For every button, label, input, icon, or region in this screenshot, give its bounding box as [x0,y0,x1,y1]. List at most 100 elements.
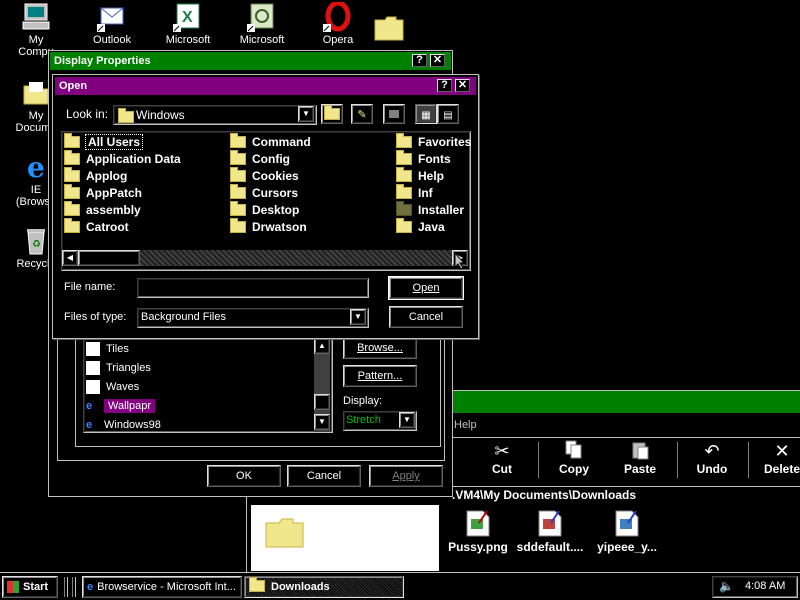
file-list-item[interactable]: assembly [64,200,141,218]
paste-label: Paste [623,462,657,476]
explorer-file-item[interactable]: sddefault.... [513,509,587,554]
create-new-folder-button[interactable]: ✎ [351,104,373,124]
wallpaper-list-item-selected[interactable]: e Wallpapr [86,397,155,415]
wallpaper-list[interactable]: Tiles Triangles Waves e Wallpapr e Windows… [83,337,333,433]
cancel-button[interactable]: Cancel [389,306,463,328]
file-name-label: File name: [64,281,116,293]
scroll-down-button[interactable]: ▼ [314,414,330,430]
display-properties-titlebar[interactable]: Display Properties ? ✕ [50,52,451,70]
scroll-thumb[interactable] [314,394,330,410]
explorer-help-menu[interactable]: Help [454,419,477,431]
copy-button[interactable]: Copy [544,440,604,476]
taskbar: Start e Browservice - Microsoft Int... Do… [0,572,800,600]
excel-icon: X [173,2,203,32]
cut-button[interactable]: ✂ Cut [472,440,532,476]
scroll-up-button[interactable]: ▲ [314,338,330,354]
wallpaper-list-item[interactable]: e Windows98 [86,416,161,434]
ok-button[interactable]: OK [207,465,281,487]
file-list-item[interactable]: Favorites [396,132,471,150]
file-list-item[interactable]: All Users [64,132,144,150]
wallpaper-list-scrollbar[interactable]: ▲ ▼ [314,338,330,432]
close-button[interactable]: ✕ [455,79,470,92]
open-dialog-titlebar[interactable]: Open ? ✕ [55,77,476,95]
chevron-down-icon[interactable]: ▼ [298,106,314,122]
ie-icon: e [86,419,93,431]
cancel-button[interactable]: Cancel [287,465,361,487]
window-title: Display Properties [54,55,151,67]
project-icon [247,2,277,32]
desktop-button[interactable] [383,104,405,124]
folder-icon [64,166,80,182]
file-list-item[interactable]: Installer [396,200,464,218]
file-list-horizontal-scrollbar[interactable]: ◀ ▶ [62,250,468,266]
browse-button[interactable]: Browse... [343,337,417,359]
wallpaper-list-item[interactable]: Triangles [86,359,151,377]
opera-icon [323,0,353,32]
folder-icon [64,183,80,199]
undo-label: Undo [696,462,728,476]
help-button[interactable]: ? [437,79,452,92]
close-button[interactable]: ✕ [430,54,445,67]
wallpaper-list-item[interactable]: Waves [86,378,139,396]
display-mode-select[interactable]: Stretch ▼ [343,411,417,431]
volume-icon[interactable]: 🔈 [719,579,734,593]
help-button[interactable]: ? [412,54,427,67]
scroll-left-button[interactable]: ◀ [62,250,78,266]
file-list-item[interactable]: Applog [64,166,127,184]
file-list-item[interactable]: Fonts [396,149,451,167]
ie-icon: e [86,400,93,412]
scroll-thumb[interactable] [78,250,140,266]
list-view-button[interactable]: ▦ [415,104,437,124]
pattern-button[interactable]: Pattern... [343,365,417,387]
desktop-icon-microsoft-excel[interactable]: X Microsoft [148,2,228,46]
desktop-icon-outlook[interactable]: Outlook [72,2,152,46]
files-of-type-select[interactable]: Background Files ▼ [137,308,369,328]
file-list-item[interactable]: Desktop [230,200,299,218]
svg-text:♻: ♻ [32,239,41,250]
chevron-down-icon[interactable]: ▼ [350,309,366,325]
file-list-item[interactable]: Inf [396,183,433,201]
chevron-down-icon[interactable]: ▼ [399,412,415,428]
folder-icon [396,200,412,216]
explorer-address-bar[interactable]: .VM4\My Documents\Downloads [452,486,800,503]
wallpaper-list-item[interactable]: Tiles [86,340,129,358]
file-list-item[interactable]: Help [396,166,444,184]
desktop-folder-icon[interactable] [374,14,404,45]
taskbar-task-browservice[interactable]: e Browservice - Microsoft Int... [82,576,242,598]
file-list-item[interactable]: AppPatch [64,183,142,201]
file-list[interactable]: All Users Application Data Applog AppPat… [61,131,471,271]
file-list-item[interactable]: Command [230,132,311,150]
file-name-input[interactable] [137,278,369,298]
apply-button[interactable]: Apply [369,465,443,487]
file-list-item[interactable]: Cookies [230,166,299,184]
dialog-title: Open [59,80,88,92]
image-file-icon [591,509,663,540]
details-view-button[interactable]: ▤ [437,104,459,124]
look-in-select[interactable]: Windows ▼ [113,105,317,125]
delete-button[interactable]: ✕ Delete [752,440,800,476]
taskbar-task-downloads[interactable]: Downloads [244,576,404,598]
up-one-level-button[interactable] [321,104,343,124]
desktop-icon [389,110,399,118]
file-list-item[interactable]: Cursors [230,183,298,201]
folder-icon [396,217,412,233]
file-icon [86,342,100,357]
start-button[interactable]: Start [2,576,58,598]
explorer-titlebar[interactable] [452,391,800,413]
desktop-icon-microsoft-project[interactable]: Microsoft [222,2,302,46]
file-list-item[interactable]: Java [396,217,445,235]
desktop-icon-opera[interactable]: Opera [298,0,378,46]
paste-button[interactable]: Paste [610,440,670,476]
explorer-file-item[interactable]: yipeee_y... [591,509,663,554]
file-list-item[interactable]: Config [230,149,290,167]
list-view-icon: ▦ [421,110,431,121]
undo-button[interactable]: ↶ Undo [682,440,742,476]
open-button[interactable]: Open [388,276,464,300]
clock[interactable]: 4:08 AM [745,580,785,592]
file-list-item[interactable]: Application Data [64,149,181,167]
file-list-item[interactable]: Drwatson [230,217,307,235]
folder-icon [265,518,304,548]
explorer-file-item[interactable]: Pussy.png [443,509,513,554]
file-list-item[interactable]: Catroot [64,217,129,235]
copy-icon [544,440,604,462]
